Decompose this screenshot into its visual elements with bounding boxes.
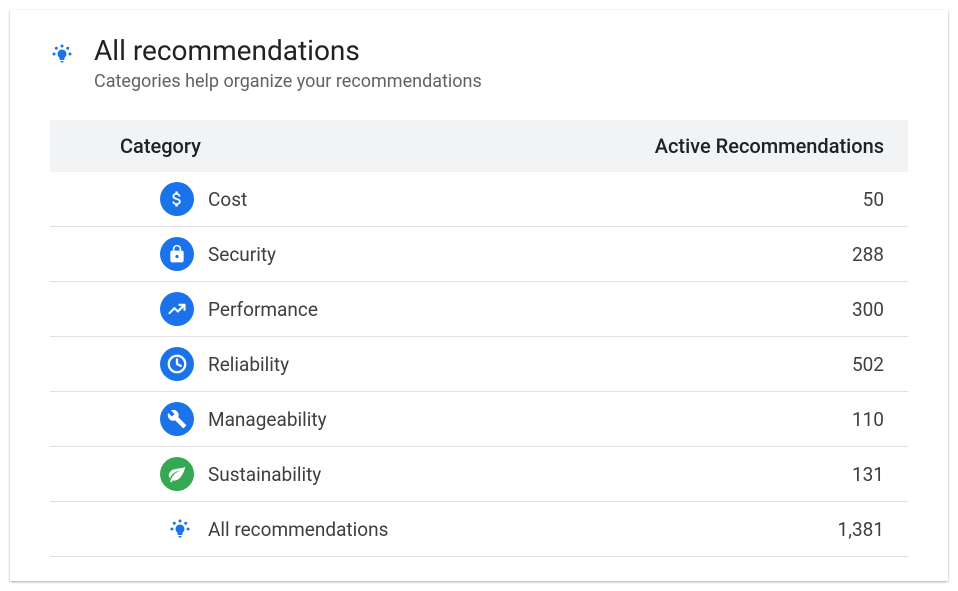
- card-header: All recommendations Categories help orga…: [50, 34, 908, 92]
- dollar-icon: [160, 182, 194, 216]
- card-subtitle: Categories help organize your recommenda…: [94, 71, 908, 92]
- row-security[interactable]: Security 288: [50, 227, 908, 282]
- column-header-category: Category: [120, 134, 655, 158]
- recommendations-card: All recommendations Categories help orga…: [10, 10, 948, 581]
- row-label: Sustainability: [208, 463, 852, 486]
- row-cost[interactable]: Cost 50: [50, 172, 908, 227]
- lightbulb-icon: [168, 512, 192, 546]
- column-header-count: Active Recommendations: [655, 134, 884, 158]
- clock-icon: [160, 347, 194, 381]
- lock-icon: [160, 237, 194, 271]
- wrench-icon: [160, 402, 194, 436]
- recommendations-table: Category Active Recommendations Cost 50 …: [50, 120, 908, 557]
- row-label: All recommendations: [208, 518, 838, 541]
- row-label: Performance: [208, 298, 852, 321]
- row-count: 110: [852, 408, 884, 431]
- row-count: 50: [863, 188, 884, 211]
- row-label: Cost: [208, 188, 863, 211]
- row-count: 300: [852, 298, 884, 321]
- row-reliability[interactable]: Reliability 502: [50, 337, 908, 392]
- row-sustainability[interactable]: Sustainability 131: [50, 447, 908, 502]
- leaf-icon: [160, 457, 194, 491]
- card-title: All recommendations: [94, 34, 908, 67]
- row-label: Manageability: [208, 408, 852, 431]
- row-count: 1,381: [838, 518, 884, 541]
- row-count: 288: [852, 243, 884, 266]
- lightbulb-icon: [50, 42, 74, 66]
- trending-up-icon: [160, 292, 194, 326]
- row-label: Security: [208, 243, 852, 266]
- row-manageability[interactable]: Manageability 110: [50, 392, 908, 447]
- row-all-recommendations[interactable]: All recommendations 1,381: [50, 502, 908, 557]
- table-header: Category Active Recommendations: [50, 120, 908, 172]
- row-count: 131: [852, 463, 884, 486]
- row-performance[interactable]: Performance 300: [50, 282, 908, 337]
- row-label: Reliability: [208, 353, 852, 376]
- row-count: 502: [852, 353, 884, 376]
- header-text: All recommendations Categories help orga…: [94, 34, 908, 92]
